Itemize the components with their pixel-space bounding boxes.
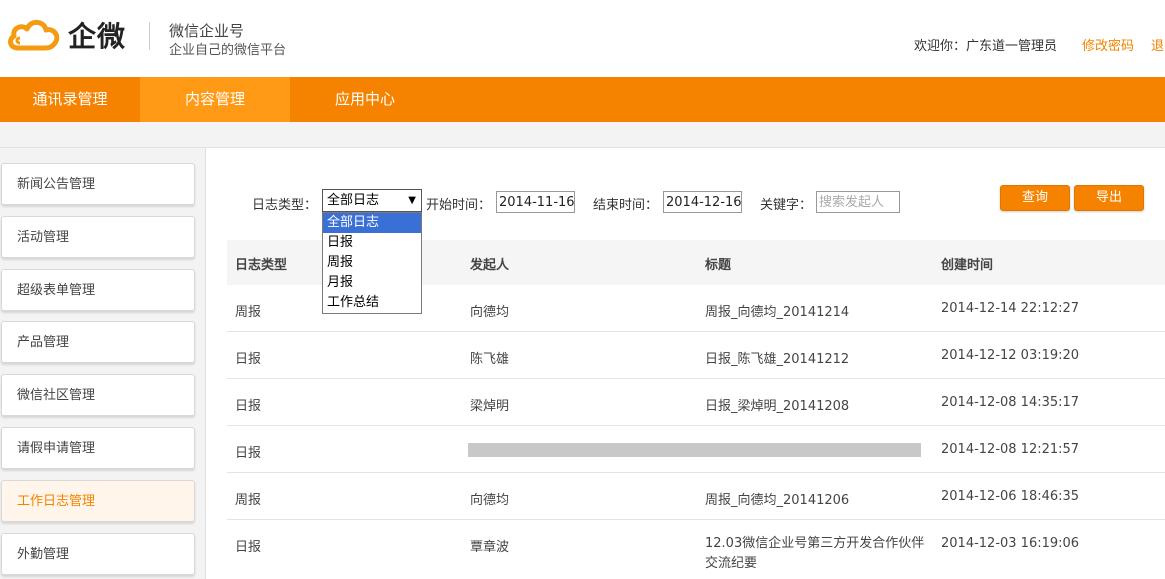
brand-title: 微信企业号 — [169, 22, 245, 40]
row-created: 2014-12-08 12:21:57 — [941, 442, 1080, 457]
col-header-created: 创建时间 — [941, 258, 994, 273]
sidebar-item-work-log[interactable]: 工作日志管理 — [1, 480, 195, 522]
row-title[interactable]: 周报_向德均_20141214 — [705, 301, 849, 320]
dropdown-option-monthly[interactable]: 月报 — [323, 273, 421, 293]
row-title[interactable]: 日报_陈飞雄_20141212 — [705, 348, 849, 367]
sidebar-item-super-forms[interactable]: 超级表单管理 — [1, 269, 195, 311]
welcome-text: 欢迎你：广东道一管理员 — [914, 39, 1058, 54]
dropdown-option-weekly[interactable]: 周报 — [323, 253, 421, 273]
dropdown-option-daily[interactable]: 日报 — [323, 233, 421, 253]
sidebar-item-products[interactable]: 产品管理 — [1, 321, 195, 363]
start-time-label: 开始时间： — [426, 198, 492, 213]
sidebar-item-leave[interactable]: 请假申请管理 — [1, 427, 195, 469]
row-author: 梁焯明 — [470, 399, 510, 414]
row-type: 日报 — [235, 540, 262, 555]
row-type: 周报 — [235, 493, 262, 508]
row-type: 周报 — [235, 305, 262, 320]
row-created: 2014-12-12 03:19:20 — [941, 348, 1080, 363]
dropdown-option-summary[interactable]: 工作总结 — [323, 293, 421, 313]
row-author: 向德均 — [470, 305, 510, 320]
log-type-select[interactable]: 全部日志 ▼ — [322, 189, 422, 212]
row-created: 2014-12-06 18:46:35 — [941, 489, 1080, 504]
top-nav: 通讯录管理 内容管理 应用中心 — [0, 77, 1165, 122]
keyword-input[interactable] — [816, 191, 900, 213]
dropdown-arrow-icon: ▼ — [408, 195, 416, 206]
header: 企微 微信企业号 企业自己的微信平台 欢迎你：广东道一管理员 修改密码 退出 — [0, 0, 1165, 77]
col-header-type: 日志类型 — [235, 258, 288, 273]
row-type: 日报 — [235, 352, 262, 367]
sub-header-band — [0, 122, 1165, 148]
row-author: 陈飞雄 — [470, 352, 510, 367]
sidebar: 新闻公告管理 活动管理 超级表单管理 产品管理 微信社区管理 请假申请管理 工作… — [0, 148, 206, 579]
sidebar-item-news[interactable]: 新闻公告管理 — [1, 163, 195, 205]
start-date-input[interactable] — [496, 191, 575, 213]
log-type-dropdown-list: 全部日志 日报 周报 月报 工作总结 — [322, 212, 422, 314]
logo-divider — [149, 22, 150, 50]
log-type-label: 日志类型： — [252, 198, 318, 213]
row-title[interactable]: 12.03微信企业号第三方开发合作伙伴交流纪要 — [705, 534, 930, 574]
redacted-block — [468, 443, 921, 457]
row-title[interactable]: 日报_梁焯明_20141208 — [705, 395, 849, 414]
cloud-logo-icon — [8, 19, 60, 51]
row-type: 日报 — [235, 446, 262, 461]
row-author: 向德均 — [470, 493, 510, 508]
col-header-author: 发起人 — [470, 258, 510, 273]
logout-link[interactable]: 退出 — [1151, 35, 1165, 54]
end-time-label: 结束时间： — [593, 198, 659, 213]
row-created: 2014-12-14 22:12:27 — [941, 301, 1080, 316]
change-password-link[interactable]: 修改密码 — [1082, 35, 1134, 54]
brand-subtitle: 企业自己的微信平台 — [169, 43, 287, 58]
row-created: 2014-12-08 14:35:17 — [941, 395, 1080, 410]
export-button[interactable]: 导出 — [1074, 185, 1144, 211]
keyword-label: 关键字： — [760, 198, 813, 213]
sidebar-item-activities[interactable]: 活动管理 — [1, 216, 195, 258]
nav-app-center[interactable]: 应用中心 — [290, 77, 440, 122]
row-title[interactable]: 周报_向德均_20141206 — [705, 489, 849, 508]
sidebar-item-community[interactable]: 微信社区管理 — [1, 374, 195, 416]
end-date-input[interactable] — [663, 191, 742, 213]
query-button[interactable]: 查询 — [1000, 185, 1070, 211]
nav-content[interactable]: 内容管理 — [140, 77, 290, 122]
sidebar-item-field-work[interactable]: 外勤管理 — [1, 533, 195, 575]
log-type-selected-value: 全部日志 — [327, 193, 380, 208]
row-type: 日报 — [235, 399, 262, 414]
row-created: 2014-12-03 16:19:06 — [941, 536, 1080, 551]
nav-contacts[interactable]: 通讯录管理 — [0, 77, 140, 122]
row-author: 覃章波 — [470, 540, 510, 555]
col-header-title: 标题 — [705, 258, 732, 273]
logo-text: 企微 — [68, 20, 127, 53]
dropdown-option-all[interactable]: 全部日志 — [323, 213, 421, 233]
